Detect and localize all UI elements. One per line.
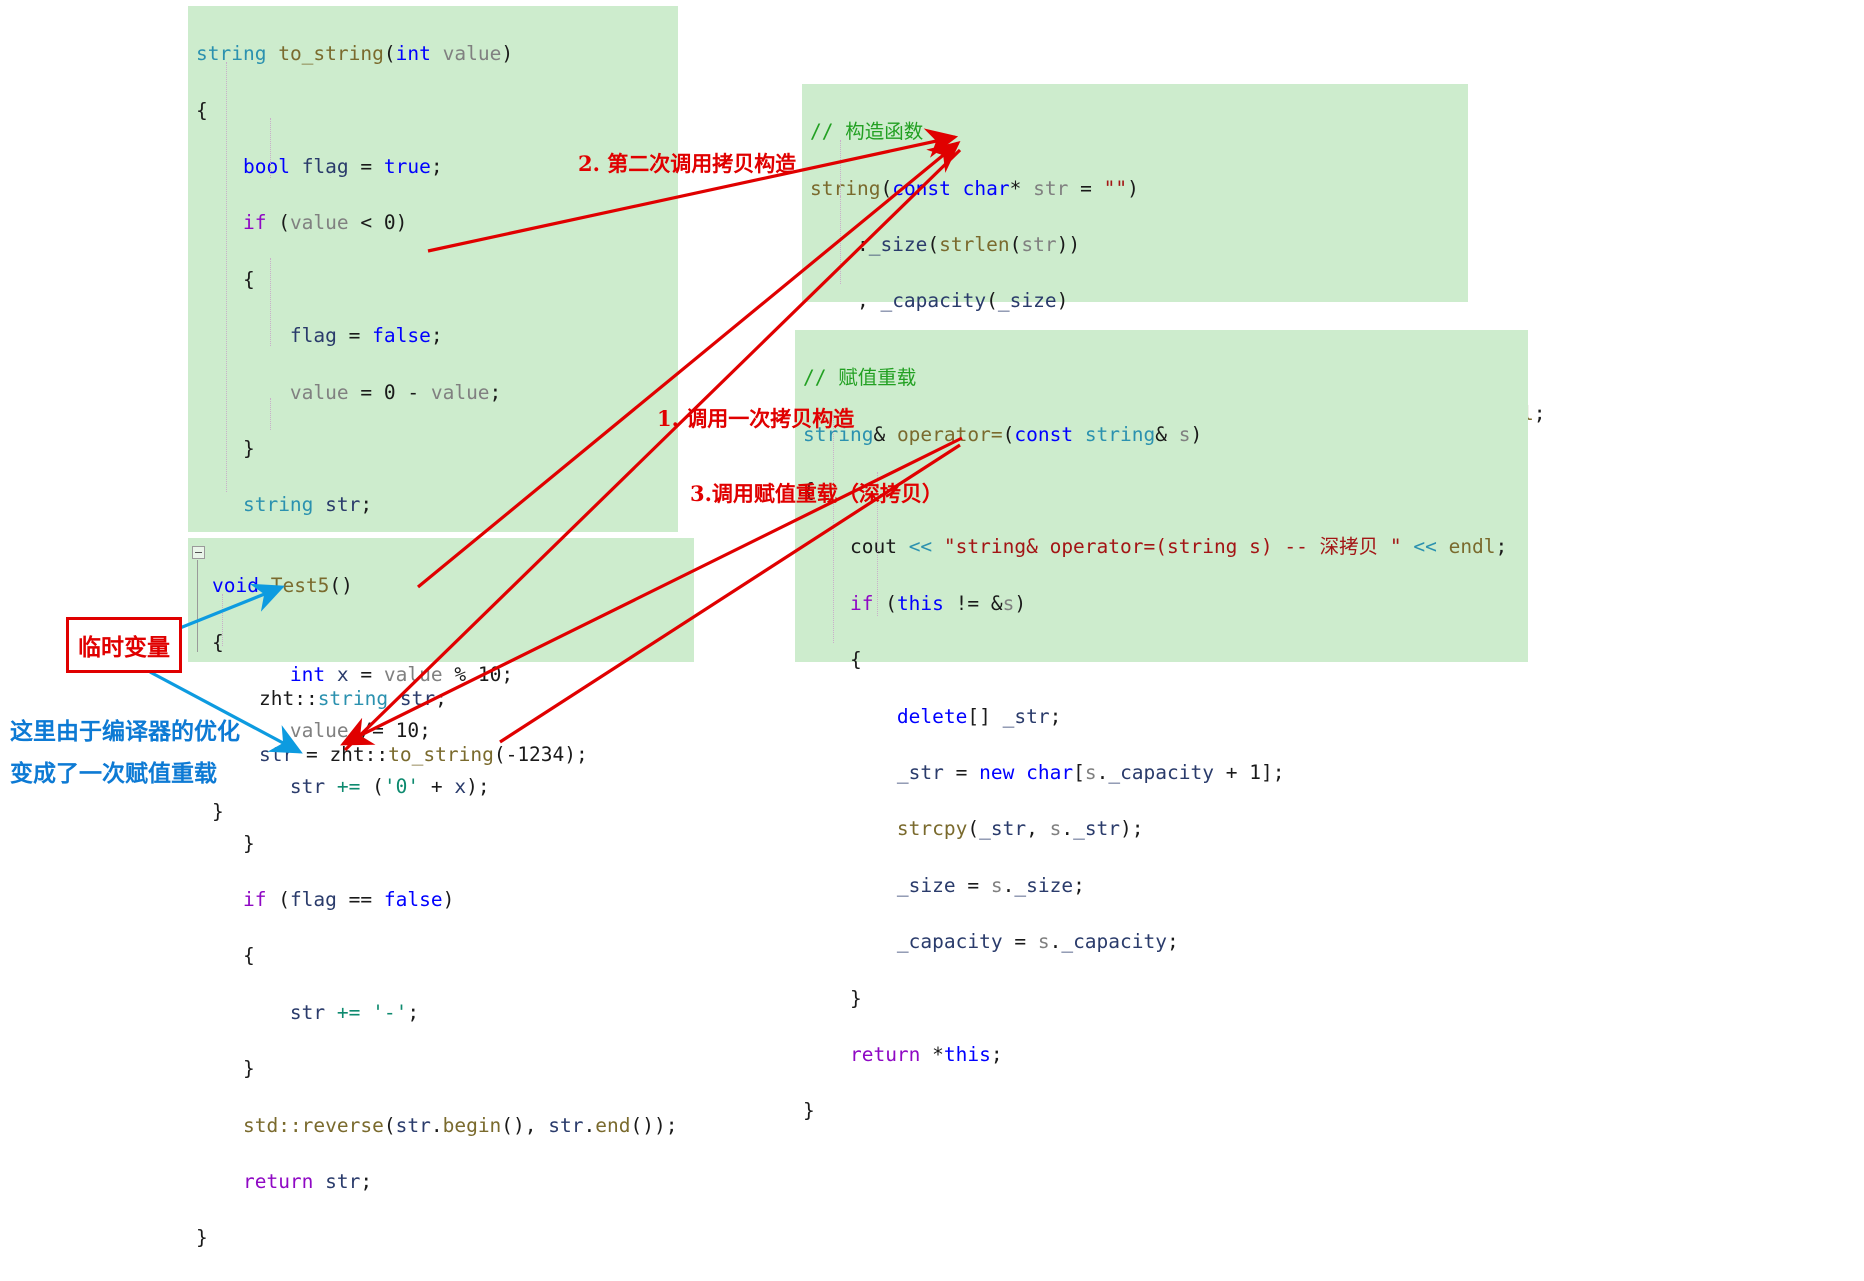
code-line: strcpy(_str, s._str); bbox=[896, 817, 1144, 841]
code-line: } bbox=[212, 799, 224, 823]
code-line: { bbox=[212, 630, 224, 654]
code-line: } bbox=[196, 436, 255, 460]
test5-code-block: void Test5() { zht::string str; str = zh… bbox=[188, 538, 694, 823]
code-line: return str; bbox=[242, 1170, 373, 1194]
code-line: string(const char* str = "") bbox=[810, 176, 1139, 200]
code-line: :_size(strlen(str)) bbox=[810, 232, 1081, 256]
code-line: if (this != &s) bbox=[849, 591, 1027, 615]
code-line: return *this; bbox=[849, 1042, 1003, 1066]
code-line: if (value < 0) bbox=[242, 211, 408, 235]
code-line: { bbox=[196, 267, 255, 291]
code-line: string to_string(int value) bbox=[196, 42, 514, 66]
code-line: delete[] _str; bbox=[896, 704, 1062, 728]
code-line: cout << "string& operator=(string s) -- … bbox=[849, 535, 1508, 559]
code-line: } bbox=[196, 1057, 255, 1081]
annotation-step1: 1. 调用一次拷贝构造 bbox=[657, 406, 855, 431]
collapse-toggle-icon[interactable] bbox=[192, 546, 205, 559]
code-line: { bbox=[803, 648, 862, 672]
annotation-note-line2: 变成了一次赋值重载 bbox=[10, 761, 217, 787]
code-line: zht::string str; bbox=[258, 686, 447, 710]
code-line: std::reverse(str.begin(), str.end()); bbox=[242, 1113, 678, 1137]
code-line: string& operator=(const string& s) bbox=[803, 422, 1203, 446]
temp-variable-label: 临时变量 bbox=[66, 617, 182, 673]
code-line: } bbox=[803, 1099, 815, 1123]
to_string-code-block: string to_string(int value) { bool flag … bbox=[188, 6, 678, 1249]
code-line: flag = false; bbox=[289, 324, 443, 348]
code-line-comment: // 构造函数 bbox=[810, 120, 924, 144]
code-line: value = 0 - value; bbox=[289, 380, 502, 404]
code-line: if (flag == false) bbox=[242, 888, 455, 912]
code-line: } bbox=[196, 1226, 208, 1250]
annotation-note-line1: 这里由于编译器的优化 bbox=[10, 719, 240, 745]
code-line-comment: // 赋值重载 bbox=[803, 366, 917, 390]
code-line: } bbox=[803, 986, 862, 1010]
annotation-step2: 2. 第二次调用拷贝构造 bbox=[578, 151, 797, 176]
code-line: , _capacity(_size) bbox=[810, 289, 1069, 313]
code-line: { bbox=[196, 98, 208, 122]
annotation-step3: 3.调用赋值重载（深拷贝） bbox=[690, 481, 943, 506]
code-line: str = zht::to_string(-1234); bbox=[258, 743, 588, 767]
code-line: _str = new char[s._capacity + 1]; bbox=[896, 760, 1285, 784]
code-line: _capacity = s._capacity; bbox=[896, 930, 1179, 954]
code-line: string str; bbox=[242, 493, 373, 517]
scope-bar bbox=[197, 560, 198, 652]
code-line: str += '-'; bbox=[289, 1000, 420, 1024]
code-line: _size = s._size; bbox=[896, 873, 1085, 897]
constructor-code-block: // 构造函数 string(const char* str = "") :_s… bbox=[802, 84, 1546, 594]
code-line: void Test5() bbox=[212, 574, 353, 598]
code-line: { bbox=[196, 944, 255, 968]
